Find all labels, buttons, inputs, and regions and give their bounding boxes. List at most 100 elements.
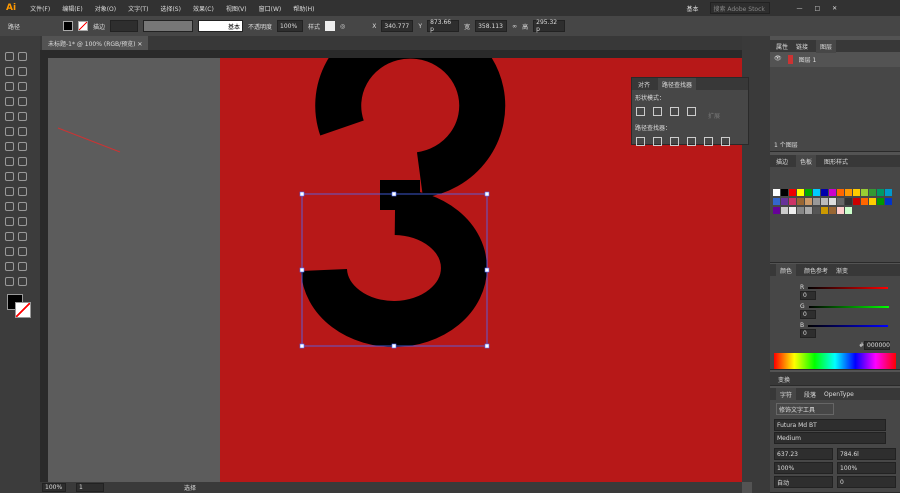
color-swatch[interactable] [797,207,804,214]
color-swatch[interactable] [845,207,852,214]
kerning-select[interactable]: 自动 [774,476,833,488]
touch-type-button[interactable]: 修饰文字工具 [776,403,834,415]
layer-row[interactable]: 👁 图层 1 [770,52,900,67]
color-swatch[interactable] [821,189,828,196]
color-swatch[interactable] [821,207,828,214]
artboard-number[interactable]: 1 [76,483,104,492]
font-size-input[interactable]: 637.23 [774,448,833,460]
eye-icon[interactable]: 👁 [774,55,782,64]
b-input[interactable]: 0 [800,329,816,338]
r-input[interactable]: 0 [800,291,816,300]
color-swatch[interactable] [837,189,844,196]
g-input[interactable]: 0 [800,310,816,319]
color-swatch[interactable] [789,189,796,196]
color-swatch[interactable] [813,189,820,196]
tab-character[interactable]: 字符 [776,387,797,401]
color-swatch[interactable] [853,198,860,205]
glyph-3[interactable] [301,36,506,347]
r-slider[interactable] [808,286,889,289]
b-slider[interactable] [808,324,889,327]
intersect-icon[interactable] [670,107,679,116]
outline-icon[interactable] [704,137,713,146]
color-swatch[interactable] [773,189,780,196]
color-panel: 颜色 颜色参考 渐变 R0 G0 B0 #000000 [770,263,900,370]
color-swatch[interactable] [869,189,876,196]
color-swatch[interactable] [781,198,788,205]
transform-panel-header[interactable]: 变换 [770,372,900,386]
color-swatch[interactable] [789,198,796,205]
color-swatch[interactable] [829,198,836,205]
annotation-arrow [57,127,121,153]
glyph-text: 3 [0,0,4,2]
color-swatch[interactable] [869,198,876,205]
color-swatch[interactable] [829,207,836,214]
color-swatch[interactable] [853,189,860,196]
tab-stroke[interactable]: 描边 [776,157,788,166]
minus-front-icon[interactable] [653,107,662,116]
tab-properties[interactable]: 属性 [776,42,788,51]
color-swatch[interactable] [861,189,868,196]
color-swatch[interactable] [813,198,820,205]
unite-icon[interactable] [636,107,645,116]
pathfinders-label: 路径查找器： [635,125,672,132]
color-swatch[interactable] [845,189,852,196]
color-swatch[interactable] [805,198,812,205]
font-family-select[interactable]: Futura Md BT [774,419,886,431]
divide-icon[interactable] [636,137,645,146]
tab-links[interactable]: 链接 [796,42,808,51]
panel-dock [752,36,770,493]
tab-graphic-styles[interactable]: 图形样式 [824,157,848,166]
tab-color[interactable]: 颜色 [776,263,797,277]
g-slider[interactable] [808,305,889,308]
color-swatch[interactable] [797,189,804,196]
color-swatch[interactable] [861,198,868,205]
vertical-scale-input[interactable]: 100% [774,462,833,474]
color-swatch[interactable] [789,207,796,214]
color-swatch[interactable] [829,189,836,196]
tab-pathfinder[interactable]: 路径查找器 [658,77,697,91]
tab-gradient[interactable]: 渐变 [836,266,848,275]
color-swatch[interactable] [781,207,788,214]
color-swatch[interactable] [837,198,844,205]
color-swatch[interactable] [821,198,828,205]
minus-back-icon[interactable] [721,137,730,146]
merge-icon[interactable] [670,137,679,146]
color-swatch[interactable] [805,207,812,214]
tab-swatches[interactable]: 色板 [796,154,817,168]
tab-color-guide[interactable]: 颜色参考 [804,266,828,275]
color-swatch[interactable] [845,198,852,205]
color-swatch[interactable] [885,198,892,205]
swatches-panel: 描边 色板 图形样式 [770,154,900,263]
tab-paragraph[interactable]: 段落 [804,390,816,399]
zoom-select[interactable]: 100% [42,483,66,492]
color-swatch[interactable] [797,198,804,205]
leading-input[interactable]: 784.6l [837,448,896,460]
trim-icon[interactable] [653,137,662,146]
maximize-button[interactable]: □ [814,5,820,12]
color-swatch[interactable] [837,207,844,214]
color-swatch[interactable] [877,198,884,205]
status-tool[interactable]: 选择 [184,483,196,492]
color-swatch[interactable] [781,189,788,196]
tab-opentype[interactable]: OpenType [824,391,854,398]
character-panel: 字符 段落 OpenType 修饰文字工具 Futura Md BT Medium … [770,387,900,493]
hex-input[interactable]: 000000 [864,341,890,350]
color-swatch[interactable] [773,198,780,205]
tab-align[interactable]: 对齐 [638,80,650,89]
expand-button[interactable]: 扩展 [708,113,720,120]
color-swatch[interactable] [805,189,812,196]
color-swatch[interactable] [885,189,892,196]
tracking-select[interactable]: 0 [837,476,896,488]
minimize-button[interactable]: — [796,5,802,12]
tab-layers[interactable]: 图层 [816,39,837,53]
color-swatch[interactable] [877,189,884,196]
color-swatch[interactable] [773,207,780,214]
color-spectrum[interactable] [774,353,896,369]
font-style-select[interactable]: Medium [774,432,886,444]
crop-icon[interactable] [687,137,696,146]
exclude-icon[interactable] [687,107,696,116]
close-button[interactable]: ✕ [832,5,837,12]
color-swatch[interactable] [813,207,820,214]
canvas-artwork[interactable]: 3 [0,0,742,482]
horizontal-scale-input[interactable]: 100% [837,462,896,474]
